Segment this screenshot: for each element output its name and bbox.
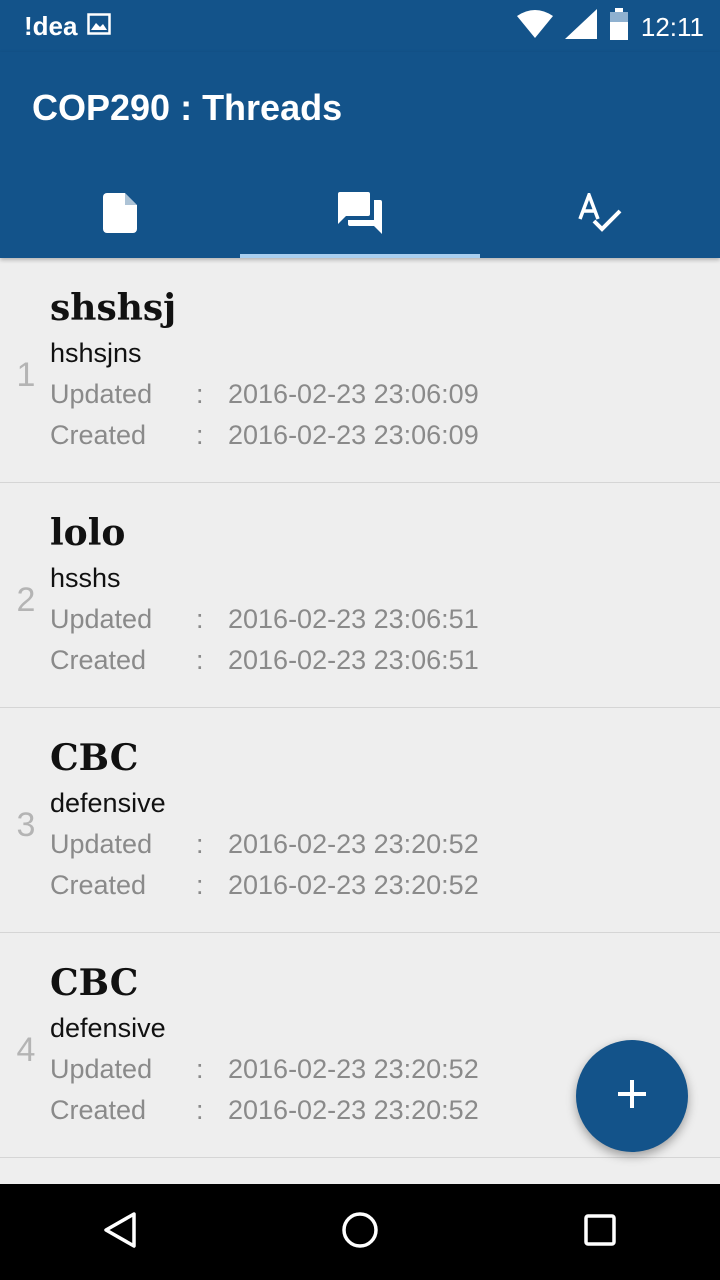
app-bar: COP290 : Threads <box>0 52 720 258</box>
thread-title: lolo <box>50 512 126 554</box>
status-bar: !dea 12:11 <box>0 0 720 52</box>
tab-threads[interactable] <box>240 172 480 258</box>
thread-title: CBC <box>50 962 139 1004</box>
created-label: Created <box>50 645 147 675</box>
thread-subtitle: defensive <box>50 788 166 818</box>
updated-timestamp: 2016-02-23 23:20:52 <box>228 829 479 859</box>
updated-timestamp: 2016-02-23 23:06:51 <box>228 604 479 634</box>
home-button[interactable] <box>330 1202 390 1262</box>
carrier-name: !dea <box>24 11 78 41</box>
updated-row: Updated:2016-02-23 23:20:52 <box>50 827 479 861</box>
updated-label: Updated <box>50 829 153 859</box>
item-index: 2 <box>16 581 36 619</box>
thread-list: 1 shshsj hshsjns Updated:2016-02-23 23:0… <box>0 258 720 1158</box>
clock: 12:11 <box>640 11 704 42</box>
thread-title: shshsj <box>50 287 177 329</box>
item-index: 3 <box>16 806 36 844</box>
tab-grading[interactable] <box>480 172 720 258</box>
created-row: Created:2016-02-23 23:20:52 <box>50 868 479 902</box>
updated-timestamp: 2016-02-23 23:20:52 <box>228 1054 479 1084</box>
created-timestamp: 2016-02-23 23:06:09 <box>228 420 479 450</box>
thread-subtitle: hshsjns <box>50 338 142 368</box>
recents-icon <box>580 1210 620 1255</box>
list-item[interactable]: 1 shshsj hshsjns Updated:2016-02-23 23:0… <box>0 258 720 483</box>
separator: : <box>196 379 204 409</box>
created-row: Created:2016-02-23 23:20:52 <box>50 1093 479 1127</box>
thread-title: CBC <box>50 737 139 779</box>
updated-row: Updated:2016-02-23 23:06:51 <box>50 602 479 636</box>
status-bar-right: 12:11 <box>516 8 704 45</box>
recents-button[interactable] <box>570 1202 630 1262</box>
back-button[interactable] <box>90 1202 150 1262</box>
separator: : <box>196 829 204 859</box>
item-index: 1 <box>16 356 36 394</box>
list-item[interactable]: 3 CBC defensive Updated:2016-02-23 23:20… <box>0 708 720 933</box>
wifi-icon <box>516 10 553 43</box>
item-index: 4 <box>16 1031 36 1069</box>
status-bar-left: !dea <box>24 10 112 42</box>
battery-icon <box>609 8 629 45</box>
separator: : <box>196 604 204 634</box>
created-timestamp: 2016-02-23 23:20:52 <box>228 870 479 900</box>
home-icon <box>340 1210 380 1255</box>
separator: : <box>196 870 204 900</box>
updated-timestamp: 2016-02-23 23:06:09 <box>228 379 479 409</box>
updated-row: Updated:2016-02-23 23:20:52 <box>50 1052 479 1086</box>
signal-icon <box>564 9 597 44</box>
thread-subtitle: hsshs <box>50 563 121 593</box>
thread-subtitle: defensive <box>50 1013 166 1043</box>
back-icon <box>100 1210 140 1255</box>
created-row: Created:2016-02-23 23:06:51 <box>50 643 479 677</box>
tab-bar <box>0 172 720 258</box>
add-thread-button[interactable] <box>576 1040 688 1152</box>
created-label: Created <box>50 870 147 900</box>
updated-label: Updated <box>50 604 153 634</box>
created-row: Created:2016-02-23 23:06:09 <box>50 418 479 452</box>
created-label: Created <box>50 1095 147 1125</box>
separator: : <box>196 420 204 450</box>
created-timestamp: 2016-02-23 23:20:52 <box>228 1095 479 1125</box>
page-title: COP290 : Threads <box>32 87 343 128</box>
separator: : <box>196 1054 204 1084</box>
created-label: Created <box>50 420 147 450</box>
updated-label: Updated <box>50 1054 153 1084</box>
tab-documents[interactable] <box>0 172 240 258</box>
list-item[interactable]: 2 lolo hsshs Updated:2016-02-23 23:06:51… <box>0 483 720 708</box>
image-icon <box>87 12 112 40</box>
updated-row: Updated:2016-02-23 23:06:09 <box>50 377 479 411</box>
created-timestamp: 2016-02-23 23:06:51 <box>228 645 479 675</box>
separator: : <box>196 1095 204 1125</box>
system-nav-bar <box>0 1184 720 1280</box>
forum-icon <box>338 191 382 239</box>
spellcheck-icon <box>578 189 622 238</box>
separator: : <box>196 645 204 675</box>
plus-icon <box>616 1078 648 1115</box>
updated-label: Updated <box>50 379 153 409</box>
document-icon <box>103 192 137 238</box>
